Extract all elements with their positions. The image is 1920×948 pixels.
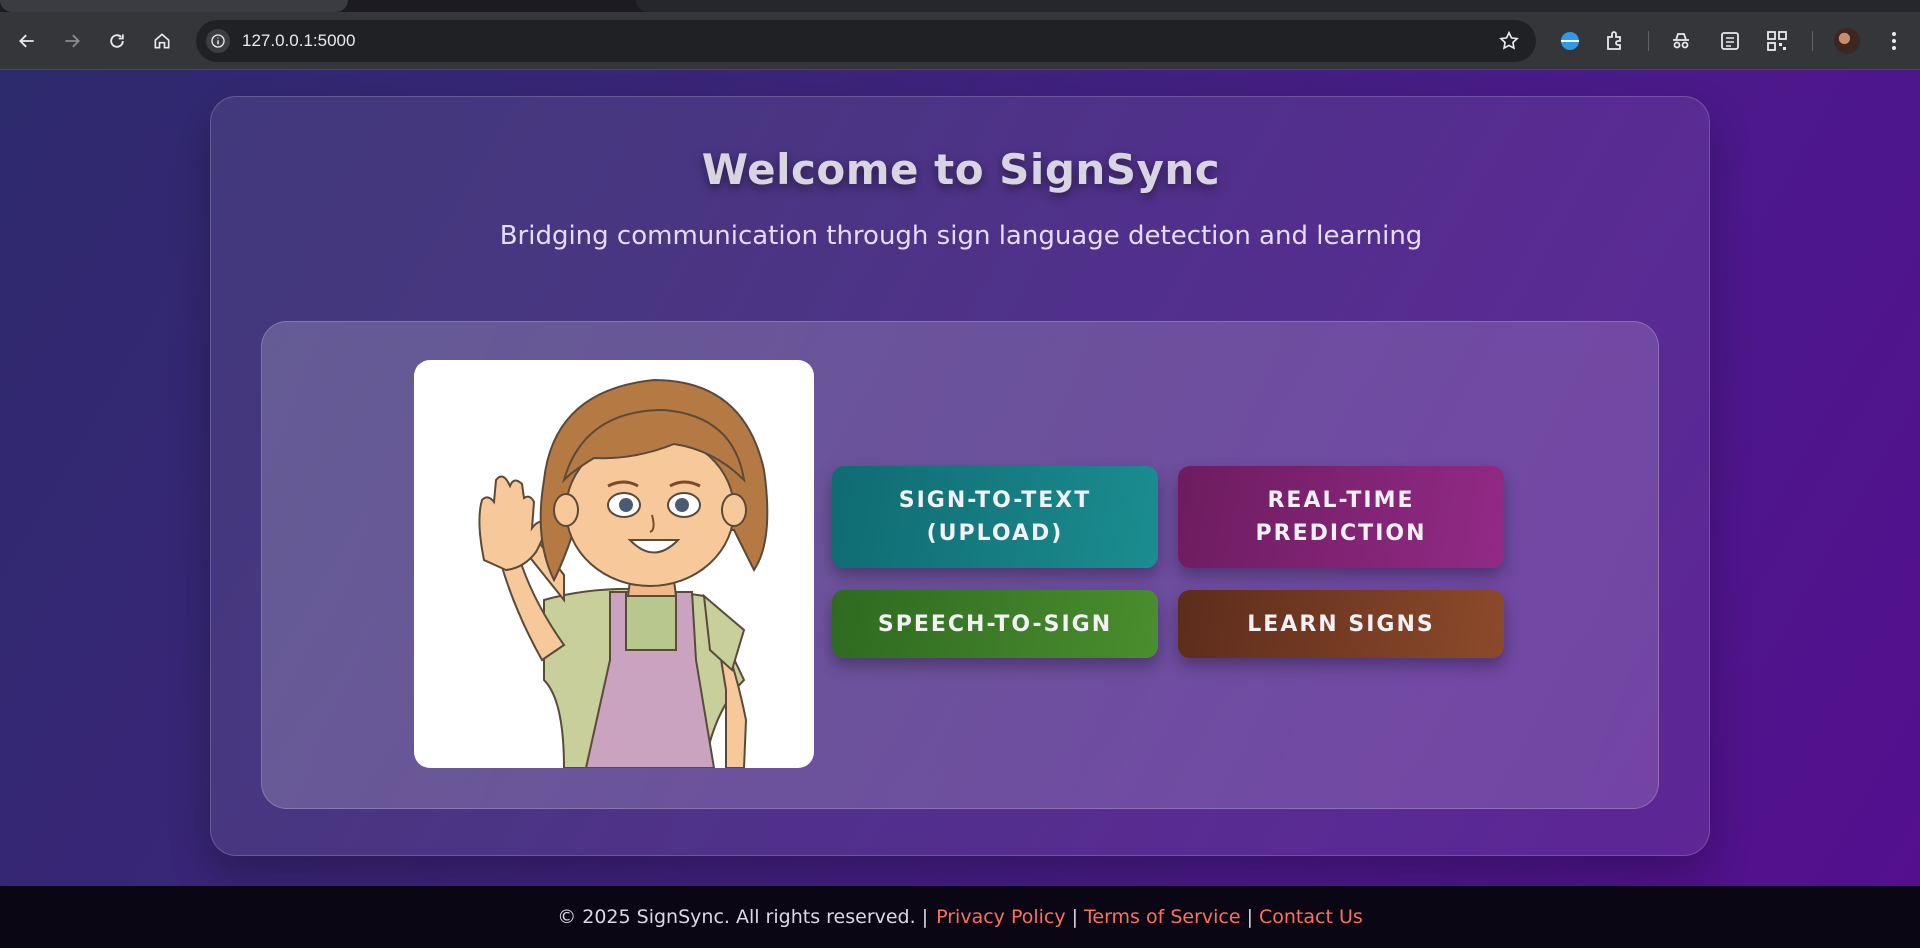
browser-toolbar: 127.0.0.1:5000 [0, 12, 1920, 70]
page-title: Welcome to SignSync [701, 145, 1221, 194]
page-subtitle: Bridging communication through sign lang… [499, 221, 1423, 251]
bookmark-star-icon[interactable] [1498, 30, 1520, 52]
hero-card: Welcome to SignSync Bridging communicati… [210, 96, 1710, 856]
sign-to-text-upload-button[interactable]: SIGN-TO-TEXT (UPLOAD) [832, 466, 1158, 568]
reading-list-icon[interactable] [1718, 29, 1742, 53]
real-time-prediction-button[interactable]: REAL-TIME PREDICTION [1178, 466, 1504, 568]
reload-icon[interactable] [104, 28, 130, 54]
site-info-icon[interactable] [206, 29, 230, 53]
forward-icon[interactable] [59, 28, 85, 54]
browser-tab[interactable] [636, 0, 1920, 12]
incognito-icon[interactable] [1669, 29, 1693, 53]
toolbar-separator [1648, 31, 1649, 51]
toolbar-separator [1812, 31, 1813, 51]
speech-to-sign-button[interactable]: SPEECH-TO-SIGN [832, 590, 1158, 658]
browser-tab[interactable] [0, 0, 348, 12]
terms-of-service-link[interactable]: Terms of Service [1084, 906, 1241, 928]
back-icon[interactable] [14, 28, 40, 54]
page-background: Welcome to SignSync Bridging communicati… [0, 70, 1920, 886]
menu-icon[interactable] [1882, 29, 1906, 53]
contact-us-link[interactable]: Contact Us [1259, 906, 1363, 928]
waving-girl-illustration [414, 360, 814, 768]
feature-panel: SIGN-TO-TEXT (UPLOAD) REAL-TIME PREDICTI… [261, 321, 1659, 809]
profile-avatar[interactable] [1834, 28, 1860, 54]
privacy-policy-link[interactable]: Privacy Policy [936, 906, 1065, 928]
vpn-extension-icon[interactable] [1558, 29, 1582, 53]
footer: © 2025 SignSync. All rights reserved. | … [0, 886, 1920, 948]
qr-code-icon[interactable] [1765, 29, 1789, 53]
footer-divider: | [1071, 906, 1078, 928]
url-text[interactable]: 127.0.0.1:5000 [242, 31, 355, 51]
footer-divider: | [1246, 906, 1253, 928]
tab-strip [0, 0, 1920, 12]
learn-signs-button[interactable]: LEARN SIGNS [1178, 590, 1504, 658]
home-icon[interactable] [149, 28, 175, 54]
copyright-text: © 2025 SignSync. All rights reserved. | [557, 906, 929, 928]
extensions-icon[interactable] [1603, 29, 1627, 53]
address-bar[interactable]: 127.0.0.1:5000 [196, 20, 1536, 62]
